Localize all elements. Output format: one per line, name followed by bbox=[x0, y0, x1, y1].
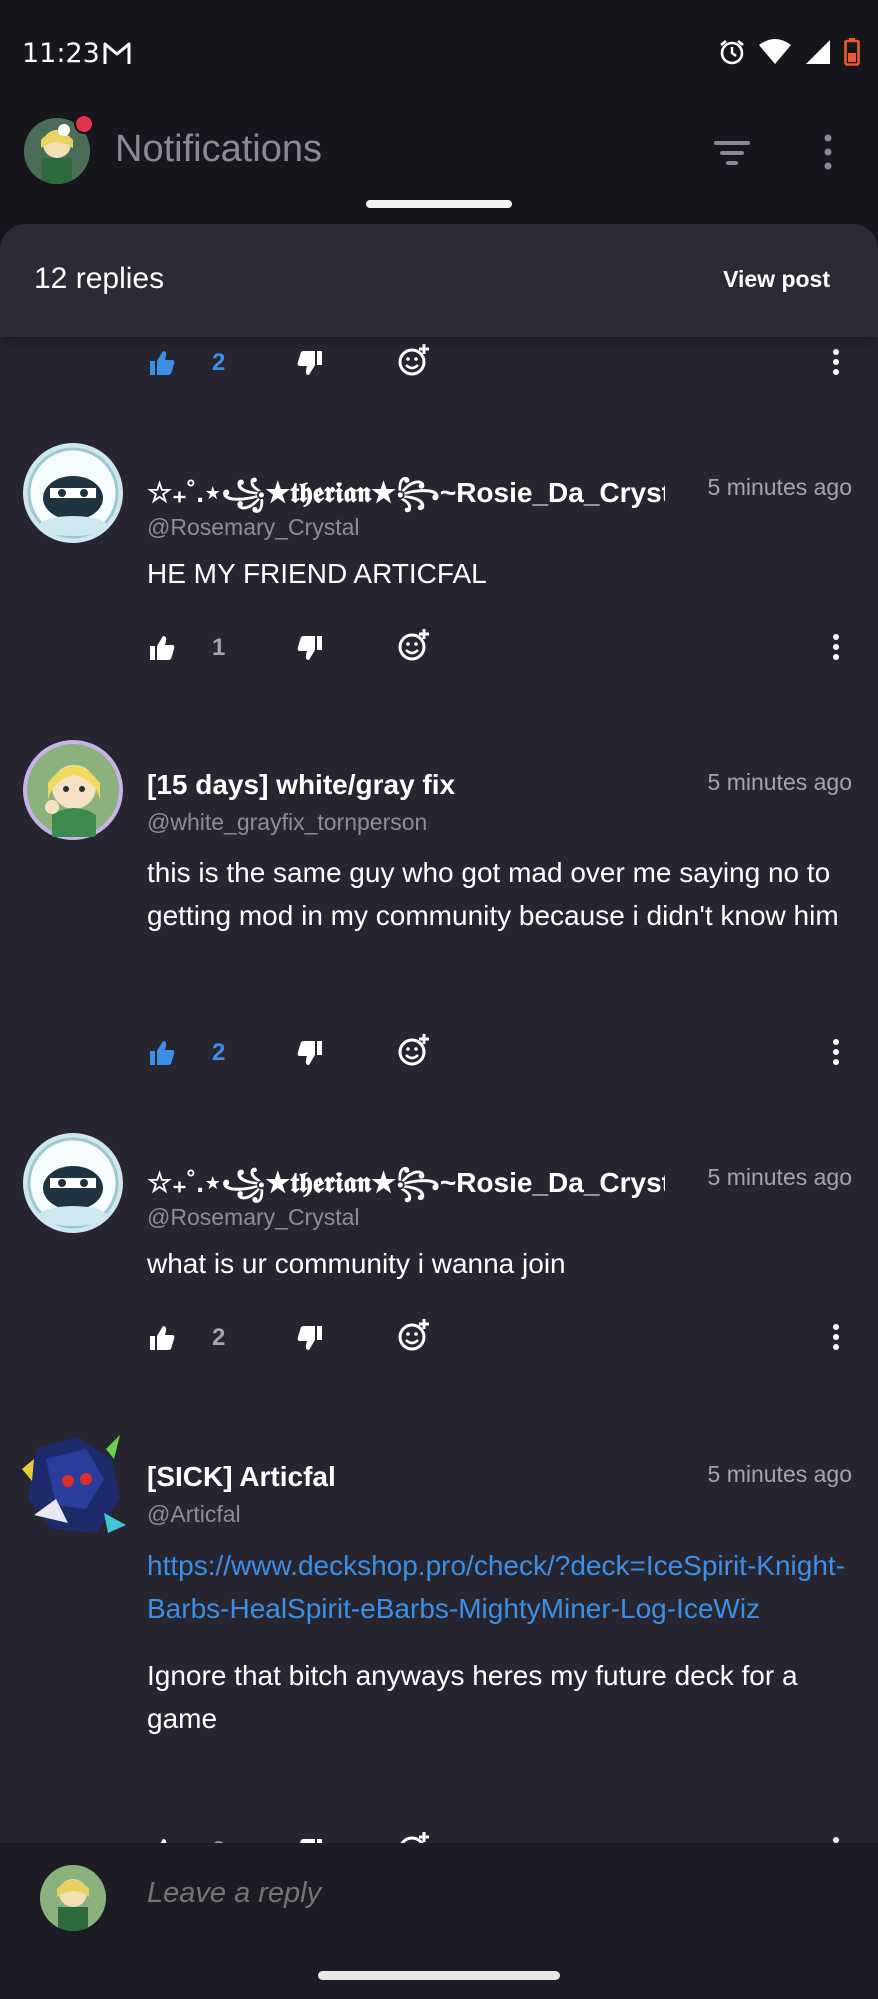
like-icon[interactable] bbox=[148, 349, 176, 377]
comment-author-handle[interactable]: @white_grayfix_tornperson bbox=[147, 809, 427, 836]
comment-more-icon[interactable] bbox=[830, 349, 842, 375]
comment-timestamp: 5 minutes ago bbox=[707, 1461, 852, 1487]
avatar-image bbox=[40, 1865, 106, 1931]
avatar-image bbox=[23, 740, 123, 840]
like-count: 2 bbox=[212, 1324, 226, 1351]
sheet-drag-handle[interactable] bbox=[366, 200, 512, 208]
gmail-icon bbox=[103, 42, 131, 64]
comment-author-name[interactable]: [SICK] Articfal bbox=[147, 1461, 336, 1493]
comment-author-handle[interactable]: @Rosemary_Crystal bbox=[147, 514, 360, 541]
app-bar: Notifications bbox=[0, 110, 878, 220]
action-row: 1 bbox=[0, 629, 878, 674]
comment-more-icon[interactable] bbox=[830, 1324, 842, 1350]
comment-text: HE MY FRIEND ARTICFAL bbox=[147, 558, 487, 589]
filter-icon[interactable] bbox=[712, 136, 752, 170]
reply-input[interactable] bbox=[147, 1877, 529, 1910]
action-row: 2 bbox=[0, 1319, 878, 1364]
like-count: 2 bbox=[212, 1039, 226, 1066]
comment-author-handle[interactable]: @Rosemary_Crystal bbox=[147, 1204, 360, 1231]
comment-more-icon[interactable] bbox=[830, 1039, 842, 1065]
like-count: 2 bbox=[212, 349, 226, 376]
replies-count: 12 replies bbox=[34, 262, 165, 295]
more-options-icon[interactable] bbox=[818, 132, 838, 172]
comment-timestamp: 5 minutes ago bbox=[707, 474, 852, 500]
like-icon[interactable] bbox=[148, 1324, 176, 1352]
action-row: 2 bbox=[0, 344, 878, 389]
comment-text: what is ur community i wanna join bbox=[147, 1248, 566, 1279]
avatar-image bbox=[23, 443, 123, 543]
view-post-button[interactable]: View post bbox=[723, 266, 830, 293]
dislike-icon[interactable] bbox=[296, 634, 324, 662]
comment-author-handle[interactable]: @Articfal bbox=[147, 1501, 241, 1528]
comment-more-icon[interactable] bbox=[830, 634, 842, 660]
dislike-icon[interactable] bbox=[296, 349, 324, 377]
status-time: 11:23 bbox=[22, 38, 100, 69]
action-row: 2 bbox=[0, 1034, 878, 1079]
add-reaction-icon[interactable] bbox=[397, 343, 431, 377]
avatar-image bbox=[16, 1429, 130, 1543]
comment-link[interactable]: https://www.deckshop.pro/check/?deck=Ice… bbox=[147, 1544, 847, 1630]
comment-text: Ignore that bitch anyways heres my futur… bbox=[147, 1660, 798, 1734]
sheet-header: 12 replies View post bbox=[0, 224, 878, 337]
user-avatar[interactable] bbox=[22, 739, 124, 841]
my-avatar bbox=[40, 1865, 106, 1931]
reply-bar bbox=[0, 1843, 878, 1955]
avatar-image bbox=[23, 1133, 123, 1233]
comment-text: this is the same guy who got mad over me… bbox=[147, 857, 839, 931]
user-avatar[interactable] bbox=[22, 1132, 124, 1234]
user-avatar[interactable] bbox=[16, 1429, 130, 1543]
add-reaction-icon[interactable] bbox=[397, 1318, 431, 1352]
system-nav-bar bbox=[0, 1955, 878, 1999]
battery-icon bbox=[844, 38, 860, 66]
notification-dot bbox=[74, 114, 94, 134]
like-icon[interactable] bbox=[148, 1039, 176, 1067]
alarm-icon bbox=[720, 39, 744, 65]
replies-sheet: 12 replies View post 2 ☆₊˚.⋆꧁★𝖙𝖍𝖊𝖗𝖎𝖆𝖓★꧂~… bbox=[0, 224, 878, 1999]
page-title: Notifications bbox=[115, 128, 322, 170]
comment-timestamp: 5 minutes ago bbox=[707, 769, 852, 795]
signal-icon bbox=[806, 40, 830, 64]
add-reaction-icon[interactable] bbox=[397, 1033, 431, 1067]
comment-timestamp: 5 minutes ago bbox=[707, 1164, 852, 1190]
status-bar: 11:23 bbox=[0, 0, 878, 110]
home-gesture-handle[interactable] bbox=[318, 1971, 560, 1980]
wifi-icon bbox=[759, 39, 791, 64]
like-count: 1 bbox=[212, 634, 226, 661]
dislike-icon[interactable] bbox=[296, 1324, 324, 1352]
dislike-icon[interactable] bbox=[296, 1039, 324, 1067]
add-reaction-icon[interactable] bbox=[397, 628, 431, 662]
user-avatar[interactable] bbox=[22, 442, 124, 544]
comment-author-name[interactable]: [15 days] white/gray fix bbox=[147, 769, 455, 801]
like-icon[interactable] bbox=[148, 634, 176, 662]
